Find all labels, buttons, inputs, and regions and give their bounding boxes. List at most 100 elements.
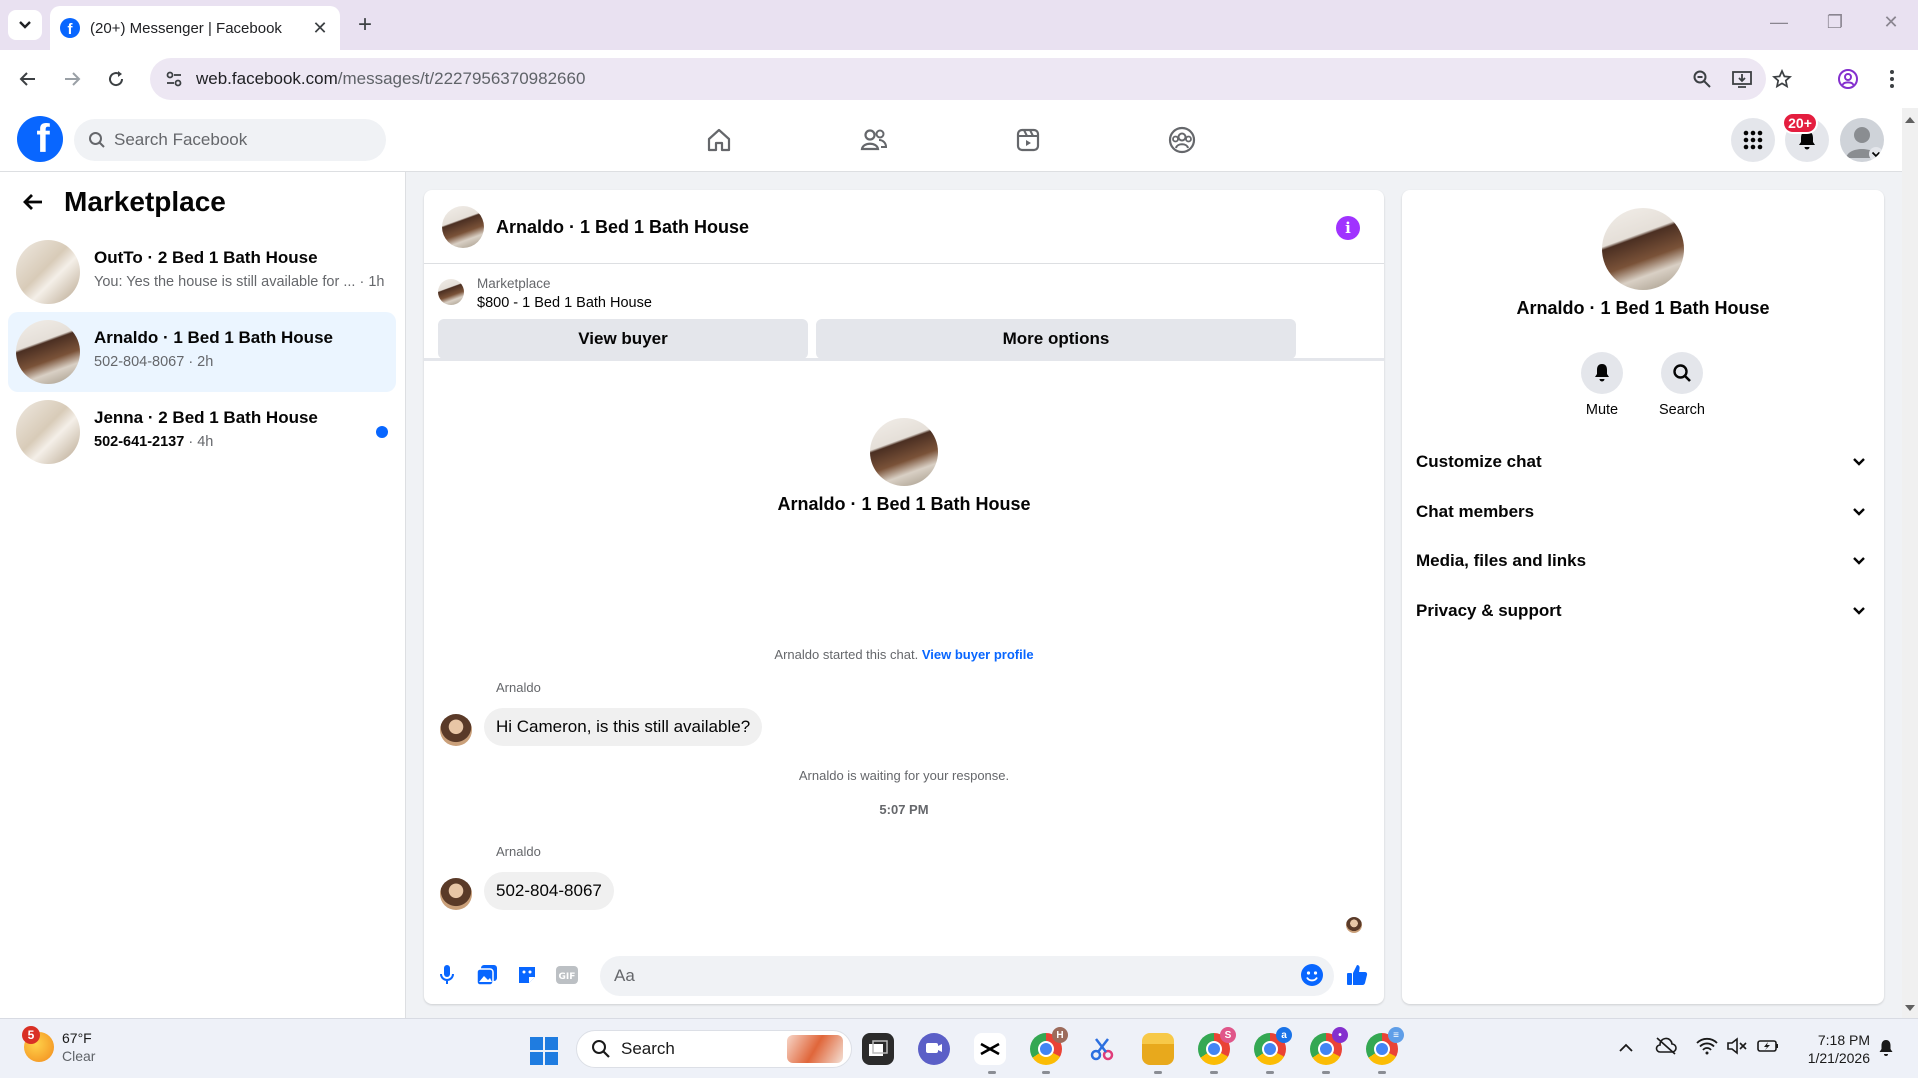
conversation-item[interactable]: Jenna · 2 Bed 1 Bath House 502-641-2137 … [8,392,396,472]
file-explorer-icon[interactable] [1142,1033,1174,1065]
sender-avatar[interactable] [440,878,472,910]
listing-thumbnail [16,400,80,464]
back-arrow-icon[interactable] [22,191,44,213]
gif-icon[interactable]: GIF [554,962,580,988]
chevron-down-icon [1853,607,1865,615]
browser-tab[interactable]: f (20+) Messenger | Facebook ✕ [50,6,340,50]
chrome-profile-s-icon[interactable]: S [1198,1027,1236,1065]
volume-muted-icon[interactable] [1726,1037,1748,1060]
window-close-icon[interactable]: ✕ [1878,12,1904,33]
profile-mini-icon: ≡ [1388,1027,1404,1043]
view-buyer-button[interactable]: View buyer [438,319,808,359]
task-view-icon[interactable] [862,1033,894,1065]
arrow-right-icon [65,72,81,86]
teams-chat-icon[interactable] [918,1033,950,1065]
customize-chat-section[interactable]: Customize chat [1416,442,1866,482]
video-nav-icon[interactable] [1010,122,1046,158]
preview-time: · 4h [184,434,214,450]
chat-title[interactable]: Arnaldo · 1 Bed 1 Bath House [496,217,749,238]
back-button[interactable] [12,63,44,95]
privacy-support-section[interactable]: Privacy & support [1416,591,1866,631]
scroll-up-icon[interactable] [1902,112,1918,128]
chat-thumbnail[interactable] [442,206,484,248]
tab-search-button[interactable] [8,10,42,40]
microphone-icon[interactable] [434,962,460,988]
zoom-icon[interactable] [1690,67,1714,91]
listing-price[interactable]: $800 - 1 Bed 1 Bath House [477,295,652,311]
conversation-item-active[interactable]: Arnaldo · 1 Bed 1 Bath House 502-804-806… [8,312,396,392]
like-thumbs-up-icon[interactable] [1344,962,1370,988]
kebab-menu-icon [1890,70,1894,88]
notification-center-bell-icon[interactable] [1878,1039,1894,1062]
emoji-icon[interactable] [1299,962,1325,988]
message-composer: GIF Aa [424,950,1384,1004]
weather-condition: Clear [62,1048,96,1064]
more-options-button[interactable]: More options [816,319,1296,359]
message-bubble[interactable]: 502-804-8067 [484,872,614,910]
show-hidden-icons-chevron-icon[interactable] [1618,1037,1634,1058]
chevron-down-icon [1853,458,1865,466]
browser-menu-button[interactable] [1876,63,1908,95]
install-app-icon[interactable] [1730,67,1754,91]
bookmark-star-icon[interactable] [1770,67,1794,91]
facebook-search-input[interactable]: Search Facebook [74,119,386,161]
capcut-icon[interactable] [974,1033,1006,1065]
view-buyer-profile-link[interactable]: View buyer profile [922,647,1034,662]
mute-label: Mute [1585,402,1619,418]
close-tab-icon[interactable]: ✕ [310,18,330,39]
section-label: Media, files and links [1416,551,1587,570]
sender-avatar[interactable] [440,714,472,746]
chrome-profile-a-icon[interactable]: a [1254,1027,1292,1065]
media-files-links-section[interactable]: Media, files and links [1416,541,1866,581]
profile-button[interactable] [1832,63,1864,95]
reload-button[interactable] [100,63,132,95]
grid-menu-icon [1743,130,1763,150]
sticker-icon[interactable] [514,962,540,988]
search-icon [89,132,105,148]
search-icon [1661,352,1703,394]
new-tab-button[interactable]: + [352,12,378,38]
photo-icon[interactable] [474,962,500,988]
running-indicator [1378,1071,1386,1074]
snipping-tool-icon[interactable] [1086,1033,1118,1065]
menu-button[interactable] [1731,118,1775,162]
message-bubble[interactable]: Hi Cameron, is this still available? [484,708,763,746]
site-settings-icon[interactable] [162,67,186,91]
details-thumbnail[interactable] [1602,208,1684,290]
wifi-icon[interactable] [1696,1037,1718,1060]
running-indicator [1154,1071,1162,1074]
info-icon[interactable]: i [1336,216,1360,240]
minimize-icon[interactable]: — [1766,12,1792,33]
forward-button[interactable] [56,63,88,95]
home-nav-icon[interactable] [701,122,737,158]
page-scrollbar[interactable] [1902,108,1918,1018]
groups-nav-icon[interactable] [1164,122,1200,158]
taskbar-search[interactable]: Search [576,1030,852,1068]
friends-nav-icon[interactable] [856,122,892,158]
running-indicator [1322,1071,1330,1074]
scroll-down-icon[interactable] [1902,1000,1918,1016]
chat-members-section[interactable]: Chat members [1416,492,1866,532]
address-bar[interactable]: web.facebook.com/messages/t/222795637098… [150,58,1792,100]
search-label: Search [1659,402,1705,418]
conversation-item[interactable]: OutTo · 2 Bed 1 Bath House You: Yes the … [8,232,396,312]
battery-charging-icon[interactable] [1756,1037,1780,1060]
weather-widget[interactable]: 5 67°F Clear [22,1026,96,1065]
chrome-profile-purple-icon[interactable]: • [1310,1027,1348,1065]
cloud-offline-icon[interactable] [1654,1037,1678,1060]
listing-thumbnail [16,320,80,384]
chrome-profile-h-icon[interactable]: H [1030,1027,1068,1065]
message-input[interactable]: Aa [600,956,1334,996]
chrome-profile-blue-icon[interactable]: ≡ [1366,1027,1404,1065]
section-label: Privacy & support [1416,601,1562,620]
facebook-logo-icon[interactable]: f [17,116,63,162]
chat-started-notice: Arnaldo started this chat. View buyer pr… [424,647,1384,662]
facebook-favicon-icon: f [60,18,80,38]
account-avatar[interactable] [1840,118,1884,162]
system-clock[interactable]: 7:18 PM 1/21/2026 [1790,1031,1870,1067]
windows-start-icon[interactable] [530,1037,558,1065]
search-in-conversation-button[interactable]: Search [1642,352,1722,418]
preview-phone: 502-641-2137 [94,434,185,450]
mute-button[interactable]: Mute [1562,352,1642,418]
restore-icon[interactable]: ❐ [1822,12,1848,33]
